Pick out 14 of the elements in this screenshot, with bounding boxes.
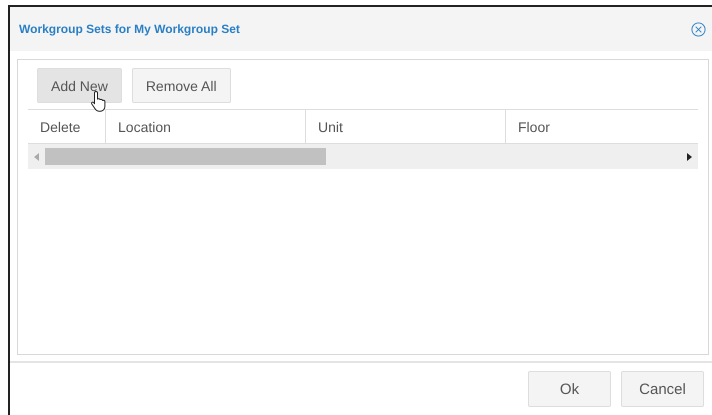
toolbar-button[interactable]: Add New — [37, 68, 122, 103]
hand-cursor-icon — [90, 90, 108, 112]
toolbar-button[interactable]: Remove All — [132, 68, 231, 103]
close-icon[interactable] — [691, 22, 706, 36]
column-header[interactable]: Unit — [305, 110, 505, 143]
scroll-left-icon[interactable] — [34, 152, 39, 160]
dialog-button[interactable]: Cancel — [621, 371, 704, 407]
column-header[interactable]: Floor — [505, 110, 698, 143]
dialog-button[interactable]: Ok — [528, 371, 611, 407]
column-header[interactable]: Location — [105, 110, 305, 143]
scroll-right-icon[interactable] — [687, 152, 692, 160]
column-header[interactable]: Delete — [28, 110, 105, 143]
horizontal-scrollbar[interactable] — [28, 144, 698, 169]
dialog-title: Workgroup Sets for My Workgroup Set — [19, 22, 240, 36]
